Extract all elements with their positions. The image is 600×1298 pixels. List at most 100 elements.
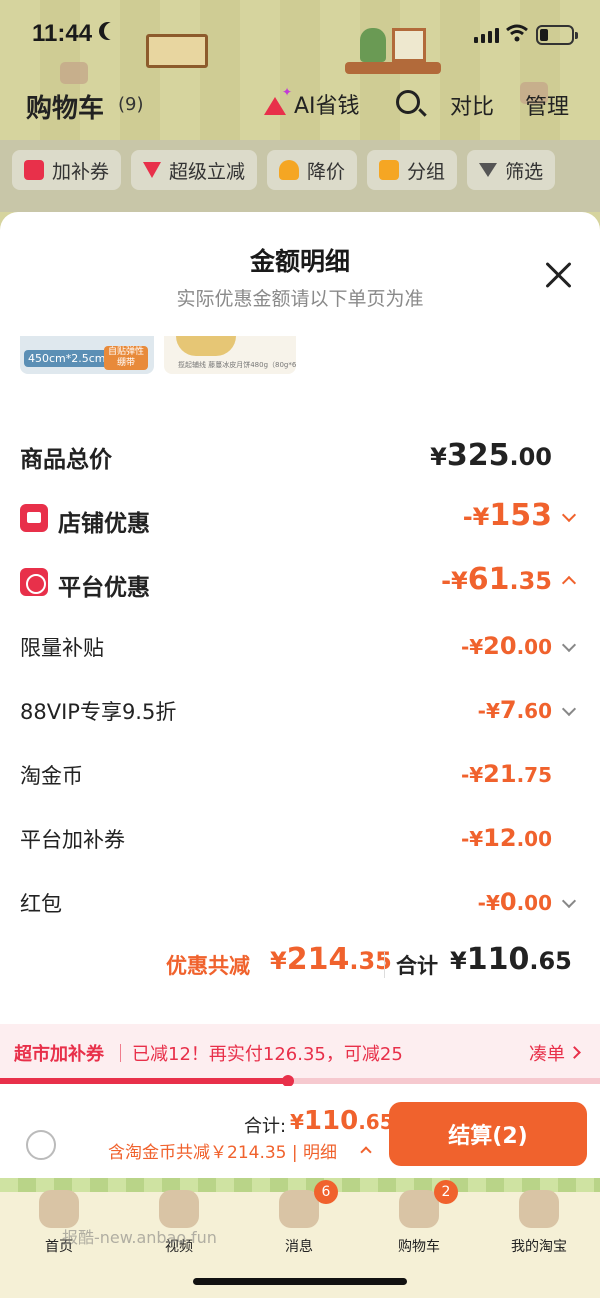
checkout-total-value: ¥110.65 [290,1106,394,1136]
discount-total-label: 优惠共减 [166,954,250,978]
platform-icon [20,568,48,596]
moon-icon [104,22,122,40]
video-icon [159,1190,199,1228]
tab-messages[interactable]: 6 消息 [244,1180,354,1255]
grand-total-value: ¥110.65 [450,942,572,977]
voucher-progress-fill [0,1078,288,1084]
sheet-title: 金额明细 [249,247,350,276]
row-label-limited: 限量补贴 [20,636,104,660]
row-label-coins: 淘金币 [20,764,83,788]
filter-chip-super-discount[interactable]: 超级立减 [131,150,258,190]
row-amount-shop[interactable]: -¥153 [463,498,552,533]
row-label-vip: 88VIP专享9.5折 [20,700,177,724]
select-all-checkbox[interactable] [26,1130,56,1160]
tab-my-taobao[interactable]: 我的淘宝 [484,1186,594,1255]
row-amount-coins: -¥21.75 [460,760,552,788]
decor-shelf-icon [345,62,441,74]
filter-chip-price-drop[interactable]: 降价 [267,150,358,190]
product-thumbnail[interactable]: 450cm*2.5cm 自贴弹性绷带 [20,336,154,374]
chevron-down-icon[interactable] [561,637,577,653]
filter-icon [479,163,498,177]
row-amount-limited[interactable]: -¥20.00 [461,632,552,660]
row-label-redpacket: 红包 [20,892,62,916]
filter-chip-voucher[interactable]: 加补券 [12,150,122,190]
discount-summary: 优惠共减 ¥214.35 合计 ¥110.65 [0,938,600,992]
amount-detail-sheet: 金额明细 实际优惠金额请以下单页为准 450cm*2.5cm 自贴弹性绷带 揽起… [0,212,600,1178]
product-thumbnail[interactable]: 揽起辅线 藤蔓冰皮月饼480g（80g*6） [164,336,296,374]
voucher-title: 超市加补券 [14,1044,104,1065]
tab-cart[interactable]: 2 购物车 [364,1180,474,1255]
checkout-total-label: 合计: [244,1116,287,1137]
profile-icon [519,1190,559,1228]
status-bar: 11:44 [0,0,600,70]
discount-detail-link[interactable]: 含淘金币共减￥214.35 | 明细 [108,1138,337,1163]
cart-count: (9) [118,94,144,115]
grand-total-label: 合计 [396,954,438,978]
search-icon[interactable] [396,90,420,114]
filter-chip-label: 降价 [307,160,346,183]
message-badge: 6 [314,1180,338,1204]
checkout-button[interactable]: 结算(2) [389,1102,587,1166]
row-label-voucher: 平台加补券 [20,828,125,852]
down-arrow-icon [143,162,162,178]
row-label-shop: 店铺优惠 [58,511,150,537]
watermark: 报酷-new.anbao.fun [62,1228,217,1247]
wifi-icon [506,24,528,42]
battery-icon [536,25,578,45]
voucher-progress-track [0,1075,600,1087]
filter-chip-label: 超级立减 [169,160,246,183]
supermarket-voucher-bar[interactable]: 超市加补券 已减12！再实付126.35，可减25 凑单 [0,1024,600,1082]
chevron-up-icon[interactable] [360,1146,372,1158]
home-indicator[interactable] [193,1278,407,1285]
sheet-subtitle: 实际优惠金额请以下单页为准 [176,288,424,310]
signal-icon [474,28,499,43]
row-amount-voucher: -¥12.00 [460,824,552,852]
filter-chip-group[interactable]: 分组 [367,150,458,190]
filter-bar: 加补券 超级立减 降价 分组 筛选 [0,140,600,212]
chevron-up-icon[interactable] [561,575,577,591]
clock: 11:44 [32,20,93,47]
thumbnail-caption: 揽起辅线 藤蔓冰皮月饼480g（80g*6） [178,361,296,369]
message-icon [279,1190,319,1228]
row-label-platform: 平台优惠 [58,575,150,601]
decor-cactus-icon [360,28,386,62]
tab-label: 消息 [285,1239,313,1255]
compare-button[interactable]: 对比 [450,89,494,121]
cart-icon [399,1190,439,1228]
manage-button[interactable]: 管理 [525,89,569,121]
filter-chip-label: 分组 [407,160,446,183]
filter-chip-label: 筛选 [505,160,544,183]
voucher-icon [24,160,44,180]
checkout-bar: 合计: ¥110.65 含淘金币共减￥214.35 | 明细 结算(2) [0,1086,600,1178]
close-icon[interactable] [544,260,574,290]
discount-total-value: ¥214.35 [270,942,392,977]
mooncake-image [176,336,236,356]
chevron-down-icon[interactable] [561,893,577,909]
voucher-progress-text: 已减12！再实付126.35，可减25 [132,1044,403,1065]
row-label-total: 商品总价 [20,447,112,473]
ai-save-button[interactable]: AI省钱 [262,85,360,120]
tab-label: 购物车 [398,1239,440,1255]
tab-label: 我的淘宝 [511,1239,567,1255]
price-drop-icon [279,160,300,180]
divider [384,952,385,978]
chevron-down-icon[interactable] [561,507,577,523]
shop-icon [20,504,48,532]
thumbnail-tag: 自贴弹性绷带 [104,346,148,370]
add-items-link[interactable]: 凑单 [529,1040,565,1066]
row-amount-vip[interactable]: -¥7.60 [478,696,552,724]
row-amount-total: ¥325.00 [430,438,552,473]
cart-badge: 2 [434,1180,458,1204]
tab-bar: 首页 视频 6 消息 2 购物车 我的淘宝 报酷-new.anbao.fun [0,1178,600,1298]
decor-camera-icon [60,62,88,84]
row-amount-redpacket[interactable]: -¥0.00 [478,888,552,916]
ai-sparkle-icon [262,85,292,117]
chevron-down-icon[interactable] [561,701,577,717]
filter-chip-filter[interactable]: 筛选 [467,150,556,190]
folder-icon [379,160,400,180]
page-title: 购物车 [26,94,105,124]
decor-picture-icon [392,28,426,62]
row-amount-platform[interactable]: -¥61.35 [441,562,552,597]
chevron-right-icon[interactable] [568,1046,581,1059]
filter-chip-label: 加补券 [52,160,110,183]
